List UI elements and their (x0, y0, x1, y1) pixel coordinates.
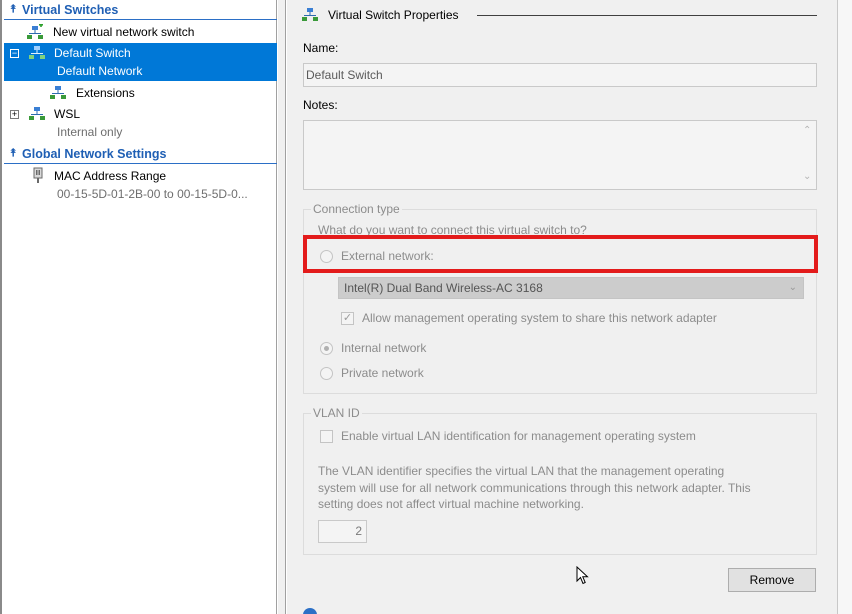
allow-management-label: Allow management operating system to sha… (362, 311, 717, 325)
enable-vlan-checkbox[interactable] (320, 430, 333, 443)
private-network-radio[interactable] (320, 367, 333, 380)
default-switch-name: Default Switch (54, 46, 131, 60)
connection-type-label: Connection type (311, 202, 402, 216)
vlan-group-label: VLAN ID (311, 406, 362, 420)
remove-button-label: Remove (749, 573, 795, 587)
network-adapter-icon (33, 167, 43, 183)
mac-range-name: MAC Address Range (54, 169, 167, 183)
scroll-down-icon[interactable]: ⌄ (803, 171, 811, 182)
new-virtual-switch-item[interactable]: New virtual network switch (4, 22, 277, 42)
highlight-box (303, 235, 818, 273)
global-network-settings-header[interactable]: ⯭ Global Network Settings (4, 144, 277, 164)
internal-network-radio[interactable] (320, 342, 333, 355)
remove-button[interactable]: Remove (728, 568, 816, 592)
adapter-selected-value: Intel(R) Dual Band Wireless-AC 3168 (344, 281, 543, 295)
collapse-chevron-icon[interactable]: ⯭ (4, 147, 22, 160)
default-switch-subtitle: Default Network (57, 64, 143, 78)
mac-address-range-item[interactable]: MAC Address Range 00-15-5D-01-2B-00 to 0… (4, 166, 277, 204)
section-divider (477, 15, 817, 16)
switch-properties-pane: Virtual Switch Properties Name: Default … (287, 0, 837, 614)
network-switch-icon (29, 46, 45, 59)
vlan-description-line1: The VLAN identifier specifies the virtua… (318, 464, 725, 478)
extensions-item[interactable]: Extensions (4, 83, 277, 103)
global-settings-header-label: Global Network Settings (22, 146, 167, 161)
properties-scrollbar[interactable] (837, 0, 852, 614)
collapse-toggle[interactable]: − (10, 49, 19, 58)
wsl-switch-item[interactable]: + WSL Internal only (4, 104, 277, 142)
notes-label: Notes: (303, 98, 338, 112)
wsl-name: WSL (54, 107, 81, 121)
new-switch-icon (27, 24, 43, 39)
scroll-up-icon[interactable]: ⌃ (803, 125, 811, 136)
network-switch-icon (29, 107, 45, 120)
internal-network-label: Internal network (341, 341, 427, 355)
name-value: Default Switch (306, 68, 383, 82)
vlan-description-line2: system will use for all network communic… (318, 481, 751, 495)
chevron-down-icon[interactable]: ⌄ (789, 278, 797, 298)
enable-vlan-label: Enable virtual LAN identification for ma… (341, 429, 696, 443)
virtual-switches-header-label: Virtual Switches (22, 2, 119, 17)
new-switch-label: New virtual network switch (53, 25, 195, 39)
default-switch-item[interactable]: − Default Switch Default Network (4, 43, 277, 81)
network-adapter-dropdown[interactable]: Intel(R) Dual Band Wireless-AC 3168 ⌄ (338, 277, 804, 299)
extensions-icon (50, 86, 66, 99)
virtual-switches-header[interactable]: ⯭ Virtual Switches (4, 0, 277, 20)
vlan-id-input[interactable]: 2 (318, 520, 367, 543)
extensions-label: Extensions (76, 86, 135, 100)
private-network-label: Private network (341, 366, 424, 380)
wsl-subtitle: Internal only (57, 125, 123, 139)
vlan-id-value: 2 (355, 524, 362, 538)
properties-section-title: Virtual Switch Properties (328, 8, 459, 22)
switch-tree-pane: ⯭ Virtual Switches New virtual network s… (0, 0, 277, 614)
pane-splitter[interactable] (278, 0, 286, 614)
name-label: Name: (303, 41, 339, 55)
notes-textarea[interactable]: ⌃ ⌄ (303, 120, 817, 190)
notes-scrollbar[interactable]: ⌃ ⌄ (799, 121, 816, 189)
info-icon (303, 608, 317, 614)
mouse-cursor-icon (576, 566, 589, 585)
name-field[interactable]: Default Switch (303, 63, 817, 87)
network-switch-icon (302, 8, 318, 21)
collapse-chevron-icon[interactable]: ⯭ (4, 3, 22, 16)
expand-toggle[interactable]: + (10, 110, 19, 119)
mac-range-value: 00-15-5D-01-2B-00 to 00-15-5D-0... (57, 187, 248, 201)
vlan-description-line3: setting does not affect virtual machine … (318, 497, 584, 511)
allow-management-checkbox[interactable]: ✓ (341, 312, 354, 325)
